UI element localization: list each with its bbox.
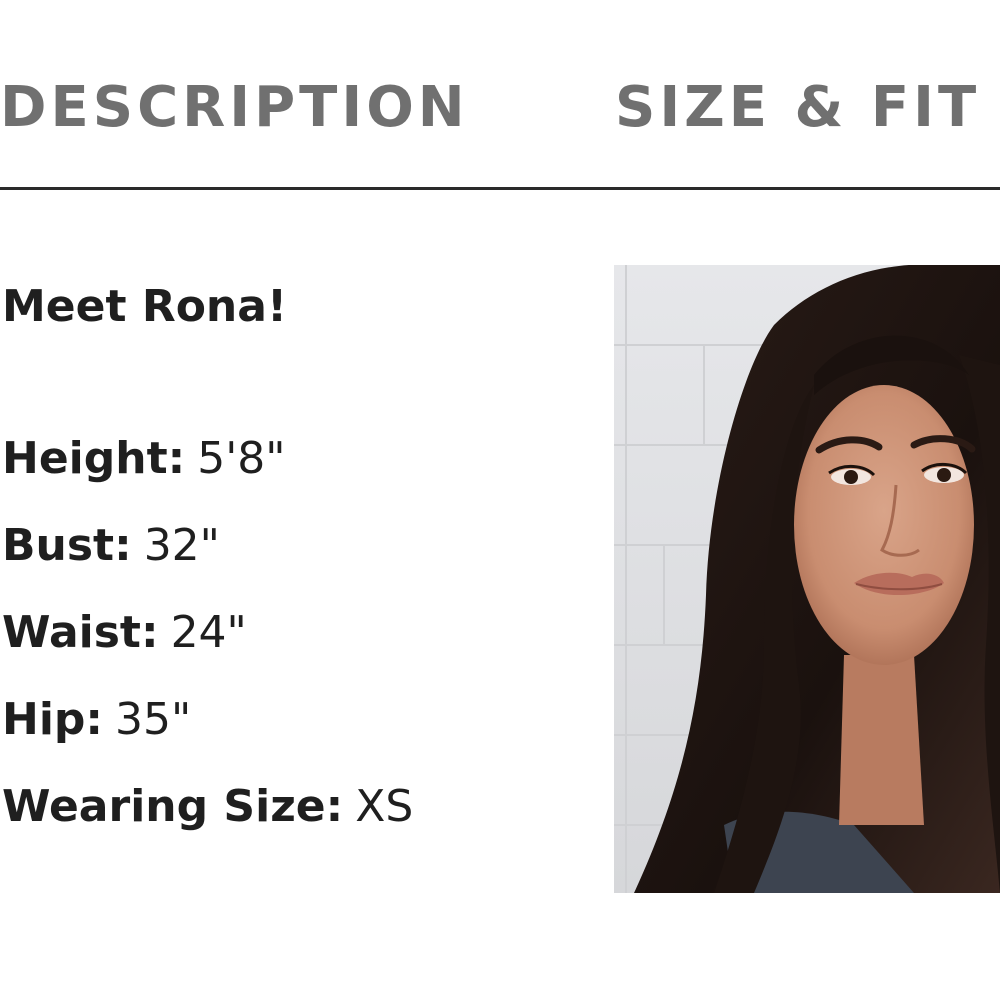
measurement-value: 35"	[115, 694, 192, 745]
tab-size-and-fit[interactable]: SIZE & FIT	[615, 80, 980, 136]
measurement-label: Wearing Size:	[2, 781, 344, 832]
measurement-wearing-size: Wearing Size: XS	[2, 785, 413, 872]
measurement-bust: Bust: 32"	[2, 524, 413, 611]
model-details: Meet Rona! Height: 5'8" Bust: 32" Waist: 24…	[2, 285, 413, 872]
measurement-hip: Hip: 35"	[2, 698, 413, 785]
measurement-value: XS	[355, 781, 414, 832]
measurement-value: 24"	[170, 607, 247, 658]
measurement-label: Waist:	[2, 607, 159, 658]
model-photo	[614, 265, 1000, 893]
measurement-label: Hip:	[2, 694, 103, 745]
model-intro: Meet Rona!	[2, 281, 288, 332]
measurement-label: Bust:	[2, 520, 132, 571]
measurement-label: Height:	[2, 433, 186, 484]
measurement-value: 5'8"	[197, 433, 286, 484]
tab-description[interactable]: DESCRIPTION	[0, 80, 469, 136]
measurement-height: Height: 5'8"	[2, 437, 413, 524]
tab-bar: DESCRIPTION SIZE & FIT	[0, 0, 1000, 190]
measurement-waist: Waist: 24"	[2, 611, 413, 698]
measurement-value: 32"	[143, 520, 220, 571]
